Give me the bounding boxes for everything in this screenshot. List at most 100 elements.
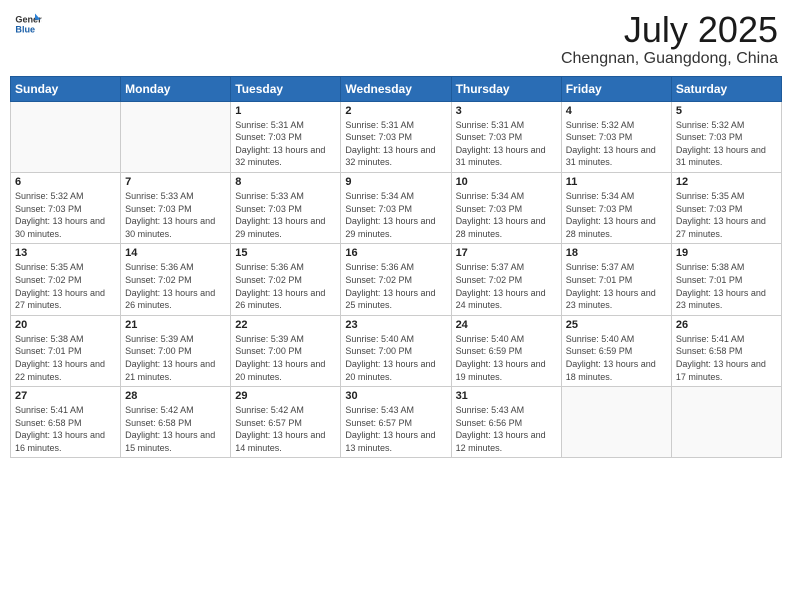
day-number: 13 [15,247,116,259]
day-info: Sunrise: 5:34 AM Sunset: 7:03 PM Dayligh… [566,190,667,240]
day-info: Sunrise: 5:38 AM Sunset: 7:01 PM Dayligh… [676,261,777,311]
calendar-cell: 10Sunrise: 5:34 AM Sunset: 7:03 PM Dayli… [451,172,561,243]
calendar-cell: 3 Sunrise: 5:31 AM Sunset: 7:03 PM Daylig… [451,101,561,172]
day-number: 6 [15,176,116,188]
calendar-cell: 15 Sunrise: 5:36 AM Sunset: 7:02 PM Dayli… [231,244,341,315]
day-info: Sunrise: 5:31 AM Sunset: 7:03 PM Dayligh… [456,119,557,169]
day-info: Sunrise: 5:31 AM Sunset: 7:03 PM Dayligh… [235,119,336,169]
calendar-week-row: 27Sunrise: 5:41 AM Sunset: 6:58 PM Dayli… [11,387,782,458]
column-header-tuesday: Tuesday [231,76,341,101]
day-number: 22 [235,319,336,331]
day-info: Sunrise: 5:35 AM Sunset: 7:02 PM Dayligh… [15,261,116,311]
day-number: 29 [235,390,336,402]
day-info: Sunrise: 5:39 AM Sunset: 7:00 PM Dayligh… [125,333,226,383]
calendar-cell: 16 Sunrise: 5:36 AM Sunset: 7:02 PM Dayli… [341,244,451,315]
day-number: 26 [676,319,777,331]
day-number: 21 [125,319,226,331]
calendar-cell: 8Sunrise: 5:33 AM Sunset: 7:03 PM Daylig… [231,172,341,243]
day-info: Sunrise: 5:32 AM Sunset: 7:03 PM Dayligh… [15,190,116,240]
day-info: Sunrise: 5:37 AM Sunset: 7:02 PM Dayligh… [456,261,557,311]
calendar-header-row: SundayMondayTuesdayWednesdayThursdayFrid… [11,76,782,101]
calendar-cell: 14Sunrise: 5:36 AM Sunset: 7:02 PM Dayli… [121,244,231,315]
day-number: 9 [345,176,446,188]
day-number: 20 [15,319,116,331]
svg-text:Blue: Blue [15,24,35,34]
day-info: Sunrise: 5:34 AM Sunset: 7:03 PM Dayligh… [345,190,446,240]
day-number: 2 [345,105,446,117]
day-info: Sunrise: 5:34 AM Sunset: 7:03 PM Dayligh… [456,190,557,240]
day-info: Sunrise: 5:38 AM Sunset: 7:01 PM Dayligh… [15,333,116,383]
month-title: July 2025 [561,10,778,50]
day-info: Sunrise: 5:40 AM Sunset: 6:59 PM Dayligh… [456,333,557,383]
column-header-saturday: Saturday [671,76,781,101]
calendar-cell: 24 Sunrise: 5:40 AM Sunset: 6:59 PM Dayli… [451,315,561,386]
calendar-cell: 1 Sunrise: 5:31 AM Sunset: 7:03 PM Daylig… [231,101,341,172]
logo: General Blue [14,10,42,38]
calendar-cell: 12 Sunrise: 5:35 AM Sunset: 7:03 PM Dayli… [671,172,781,243]
day-info: Sunrise: 5:35 AM Sunset: 7:03 PM Dayligh… [676,190,777,240]
page-header: General Blue July 2025 Chengnan, Guangdo… [10,10,782,68]
title-block: July 2025 Chengnan, Guangdong, China [561,10,778,68]
day-number: 15 [235,247,336,259]
calendar-cell: 30Sunrise: 5:43 AM Sunset: 6:57 PM Dayli… [341,387,451,458]
day-number: 18 [566,247,667,259]
calendar-cell: 25 Sunrise: 5:40 AM Sunset: 6:59 PM Dayli… [561,315,671,386]
calendar-cell: 31 Sunrise: 5:43 AM Sunset: 6:56 PM Dayli… [451,387,561,458]
calendar-cell: 17 Sunrise: 5:37 AM Sunset: 7:02 PM Dayli… [451,244,561,315]
day-info: Sunrise: 5:31 AM Sunset: 7:03 PM Dayligh… [345,119,446,169]
calendar-week-row: 20 Sunrise: 5:38 AM Sunset: 7:01 PM Dayli… [11,315,782,386]
column-header-friday: Friday [561,76,671,101]
day-info: Sunrise: 5:32 AM Sunset: 7:03 PM Dayligh… [676,119,777,169]
day-info: Sunrise: 5:43 AM Sunset: 6:56 PM Dayligh… [456,404,557,454]
calendar-week-row: 6 Sunrise: 5:32 AM Sunset: 7:03 PM Daylig… [11,172,782,243]
calendar-cell [671,387,781,458]
calendar-cell: 4Sunrise: 5:32 AM Sunset: 7:03 PM Daylig… [561,101,671,172]
column-header-wednesday: Wednesday [341,76,451,101]
calendar-cell: 29 Sunrise: 5:42 AM Sunset: 6:57 PM Dayli… [231,387,341,458]
day-info: Sunrise: 5:33 AM Sunset: 7:03 PM Dayligh… [125,190,226,240]
day-number: 23 [345,319,446,331]
day-info: Sunrise: 5:37 AM Sunset: 7:01 PM Dayligh… [566,261,667,311]
calendar-cell [121,101,231,172]
calendar-cell: 19Sunrise: 5:38 AM Sunset: 7:01 PM Dayli… [671,244,781,315]
day-info: Sunrise: 5:33 AM Sunset: 7:03 PM Dayligh… [235,190,336,240]
day-info: Sunrise: 5:36 AM Sunset: 7:02 PM Dayligh… [235,261,336,311]
day-info: Sunrise: 5:40 AM Sunset: 7:00 PM Dayligh… [345,333,446,383]
day-number: 7 [125,176,226,188]
column-header-sunday: Sunday [11,76,121,101]
day-info: Sunrise: 5:41 AM Sunset: 6:58 PM Dayligh… [15,404,116,454]
calendar-week-row: 13 Sunrise: 5:35 AM Sunset: 7:02 PM Dayli… [11,244,782,315]
calendar-cell: 9 Sunrise: 5:34 AM Sunset: 7:03 PM Daylig… [341,172,451,243]
calendar-cell: 5Sunrise: 5:32 AM Sunset: 7:03 PM Daylig… [671,101,781,172]
column-header-monday: Monday [121,76,231,101]
day-info: Sunrise: 5:40 AM Sunset: 6:59 PM Dayligh… [566,333,667,383]
day-info: Sunrise: 5:43 AM Sunset: 6:57 PM Dayligh… [345,404,446,454]
calendar-table: SundayMondayTuesdayWednesdayThursdayFrid… [10,76,782,459]
day-number: 16 [345,247,446,259]
day-number: 12 [676,176,777,188]
day-info: Sunrise: 5:42 AM Sunset: 6:58 PM Dayligh… [125,404,226,454]
logo-icon: General Blue [14,10,42,38]
day-number: 25 [566,319,667,331]
day-number: 31 [456,390,557,402]
day-number: 17 [456,247,557,259]
day-info: Sunrise: 5:41 AM Sunset: 6:58 PM Dayligh… [676,333,777,383]
day-info: Sunrise: 5:32 AM Sunset: 7:03 PM Dayligh… [566,119,667,169]
calendar-cell: 7 Sunrise: 5:33 AM Sunset: 7:03 PM Daylig… [121,172,231,243]
calendar-cell: 20 Sunrise: 5:38 AM Sunset: 7:01 PM Dayli… [11,315,121,386]
day-info: Sunrise: 5:36 AM Sunset: 7:02 PM Dayligh… [125,261,226,311]
calendar-cell: 28Sunrise: 5:42 AM Sunset: 6:58 PM Dayli… [121,387,231,458]
day-number: 1 [235,105,336,117]
day-number: 11 [566,176,667,188]
calendar-cell [561,387,671,458]
day-number: 24 [456,319,557,331]
calendar-cell: 22Sunrise: 5:39 AM Sunset: 7:00 PM Dayli… [231,315,341,386]
day-number: 3 [456,105,557,117]
day-info: Sunrise: 5:42 AM Sunset: 6:57 PM Dayligh… [235,404,336,454]
calendar-cell [11,101,121,172]
day-info: Sunrise: 5:36 AM Sunset: 7:02 PM Dayligh… [345,261,446,311]
calendar-week-row: 1 Sunrise: 5:31 AM Sunset: 7:03 PM Daylig… [11,101,782,172]
column-header-thursday: Thursday [451,76,561,101]
calendar-cell: 11 Sunrise: 5:34 AM Sunset: 7:03 PM Dayli… [561,172,671,243]
calendar-cell: 21 Sunrise: 5:39 AM Sunset: 7:00 PM Dayli… [121,315,231,386]
